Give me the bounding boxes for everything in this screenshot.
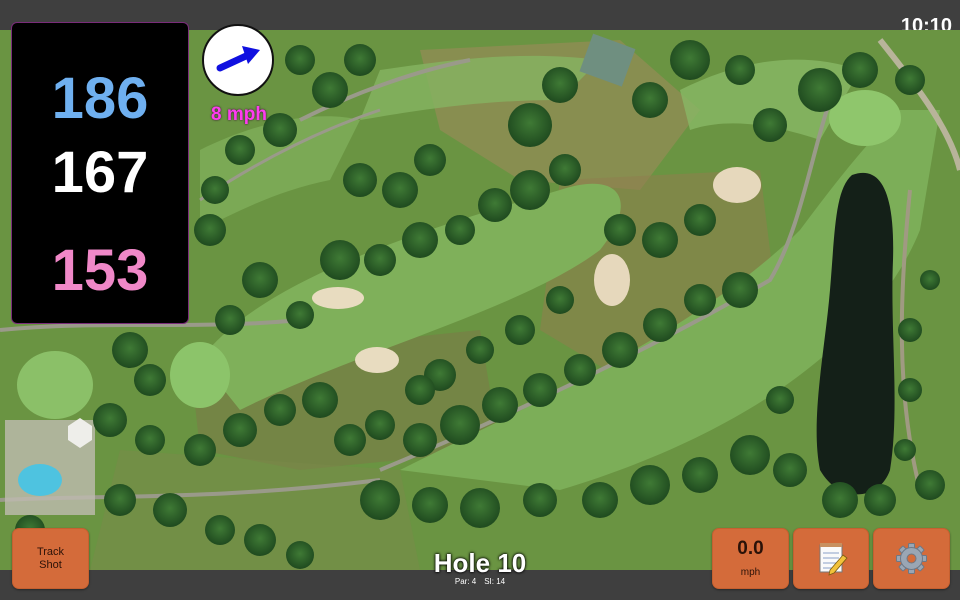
hole-title: Hole 10 xyxy=(433,548,527,578)
front-distance: 153 xyxy=(51,238,149,303)
gear-icon xyxy=(896,543,927,574)
track-shot-label: Track Shot xyxy=(36,546,65,571)
hole-stroke-index: SI: 14 xyxy=(484,577,506,586)
wind-arrow-icon xyxy=(216,46,260,72)
back-distance: 186 xyxy=(51,66,149,131)
track-shot-button[interactable]: Track Shot xyxy=(12,528,89,589)
speed-unit: mph xyxy=(740,567,761,578)
hole-par: Par: 4 xyxy=(454,577,477,586)
speed-button[interactable]: 0.0 mph xyxy=(712,528,789,589)
wind-speed: 8 mph xyxy=(211,104,267,125)
wind-indicator[interactable] xyxy=(202,24,274,96)
settings-button[interactable] xyxy=(873,528,950,589)
speed-value: 0.0 xyxy=(737,538,764,559)
distance-panel: 186 167 153 xyxy=(11,22,189,324)
hole-info: Par: 4 SI: 14 xyxy=(380,577,580,586)
middle-distance: 167 xyxy=(51,140,149,205)
notepad-icon xyxy=(819,543,848,576)
notes-button[interactable] xyxy=(793,528,869,589)
